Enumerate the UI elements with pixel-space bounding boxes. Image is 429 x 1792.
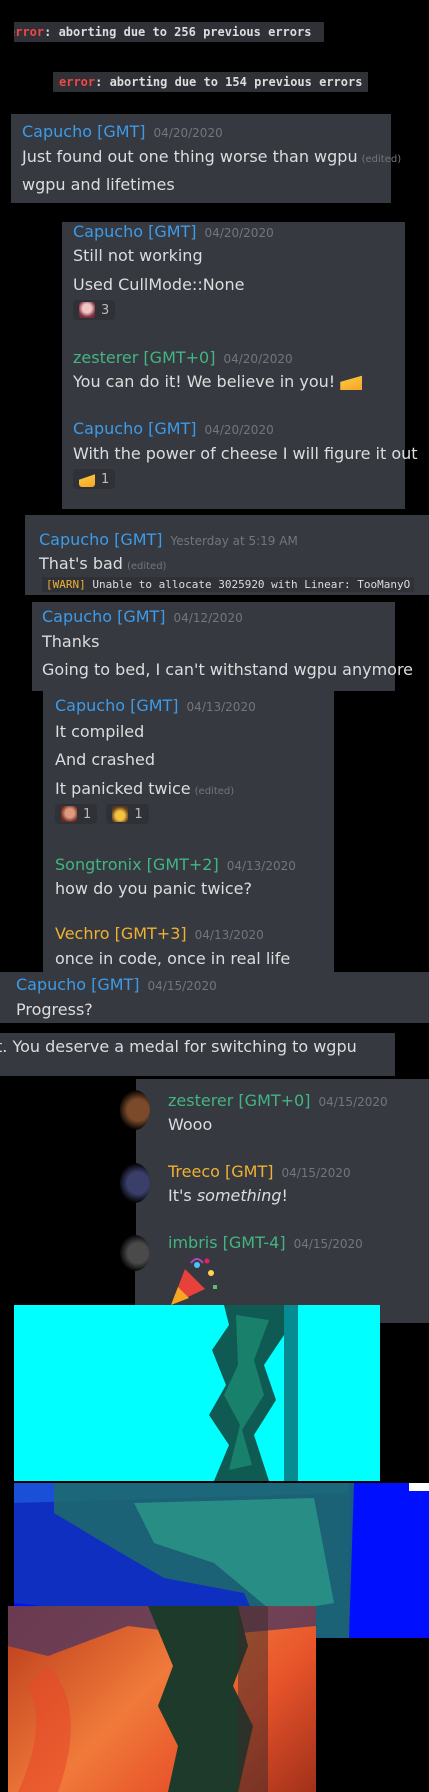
avatar[interactable] xyxy=(120,1235,150,1271)
render-screenshot-cyan[interactable] xyxy=(14,1305,380,1481)
face-emoji-icon xyxy=(61,806,77,822)
message-text: Thanks xyxy=(42,632,100,651)
author-name[interactable]: Songtronix [GMT+2] xyxy=(55,855,219,874)
avatar-column xyxy=(16,1076,136,1271)
message-group-6: Capucho [GMT] 04/15/2020 Progress? xyxy=(0,972,429,1023)
error-text: : aborting due to 256 previous errors xyxy=(44,25,312,39)
message-group-4: Capucho [GMT] 04/12/2020 Thanks Going to … xyxy=(32,602,413,691)
reaction-button[interactable]: 1 xyxy=(106,804,149,824)
timestamp: 04/15/2020 xyxy=(293,1237,363,1251)
party-popper-emoji-icon xyxy=(167,1255,219,1307)
message-text: That's bad (edited) xyxy=(39,554,167,573)
error-prefix: error xyxy=(59,75,96,89)
message-text: wgpu and lifetimes xyxy=(22,175,175,194)
author-name[interactable]: zesterer [GMT+0] xyxy=(73,348,215,367)
message-text: Going to bed, I can't withstand wgpu any… xyxy=(42,660,414,679)
message-group-5: Capucho [GMT] 04/13/2020 It compiled And … xyxy=(43,691,334,972)
timestamp: 04/12/2020 xyxy=(173,611,243,625)
timestamp: 04/20/2020 xyxy=(204,226,274,240)
timestamp: 04/13/2020 xyxy=(186,700,256,714)
avatar[interactable] xyxy=(120,1163,150,1203)
reaction-count: 3 xyxy=(101,302,110,318)
message-text: Still not working xyxy=(73,246,203,265)
message-group-7: t. You deserve a medal for switching to … xyxy=(0,1033,395,1076)
reaction-button[interactable]: 1 xyxy=(73,469,116,489)
author-name[interactable]: zesterer [GMT+0] xyxy=(168,1091,310,1110)
author-name[interactable]: imbris [GMT-4] xyxy=(168,1233,286,1252)
terrain-render xyxy=(209,1305,298,1481)
error-prefix: error xyxy=(14,25,45,39)
message-text: It's something! xyxy=(168,1186,288,1205)
author-name[interactable]: Capucho [GMT] xyxy=(73,419,197,438)
error-text: : aborting due to 154 previous errors xyxy=(95,75,363,89)
avatar[interactable] xyxy=(120,1090,150,1130)
message-text: t. You deserve a medal for switching to … xyxy=(0,1037,357,1056)
message-text: Progress? xyxy=(16,1000,93,1019)
author-name[interactable]: Capucho [GMT] xyxy=(73,222,197,241)
message-group-1: Capucho [GMT] 04/20/2020 Just found out o… xyxy=(11,114,401,203)
timestamp: 04/15/2020 xyxy=(318,1095,388,1109)
author-name[interactable]: Vechro [GMT+3] xyxy=(55,924,187,943)
author-name[interactable]: Capucho [GMT] xyxy=(22,122,146,141)
timestamp: Yesterday at 5:19 AM xyxy=(170,534,298,548)
message-text: Used CullMode::None xyxy=(73,275,245,294)
timestamp: 04/13/2020 xyxy=(194,928,264,942)
message-text: how do you panic twice? xyxy=(55,879,252,898)
timestamp: 04/15/2020 xyxy=(147,979,217,993)
timestamp: 04/20/2020 xyxy=(223,352,293,366)
author-name[interactable]: Capucho [GMT] xyxy=(55,696,179,715)
message-text: It compiled xyxy=(55,722,145,741)
cheese-emoji-icon xyxy=(340,375,363,390)
edited-label: (edited) xyxy=(361,154,402,165)
error-line-2: error: aborting due to 154 previous erro… xyxy=(53,72,369,92)
reaction-count: 1 xyxy=(101,471,110,487)
timestamp: 04/20/2020 xyxy=(153,126,223,140)
reaction-count: 1 xyxy=(83,806,92,822)
message-group-3: Capucho [GMT] Yesterday at 5:19 AM That's… xyxy=(25,515,429,595)
message-text: It panicked twice (edited) xyxy=(55,779,235,798)
code-block: [WARN] Unable to allocate 3025920 with L… xyxy=(42,577,415,592)
timestamp: 04/13/2020 xyxy=(226,859,296,873)
error-line-1: error: aborting due to 256 previous erro… xyxy=(14,22,324,42)
timestamp: 04/15/2020 xyxy=(281,1166,351,1180)
edited-label: (edited) xyxy=(194,786,235,797)
warn-tag: [WARN] xyxy=(46,578,86,591)
reaction-button[interactable]: 1 xyxy=(55,804,98,824)
author-name[interactable]: Capucho [GMT] xyxy=(39,530,163,549)
message-group-8: zesterer [GMT+0] 04/15/2020 Wooo Treeco [… xyxy=(135,1079,429,1323)
author-name[interactable]: Capucho [GMT] xyxy=(42,607,166,626)
message-text: You can do it! We believe in you! xyxy=(73,372,363,391)
cheese-emoji-icon xyxy=(79,474,95,487)
author-name[interactable]: Capucho [GMT] xyxy=(16,975,140,994)
message-text: once in code, once in real life xyxy=(55,949,291,968)
message-text: Wooo xyxy=(168,1115,213,1134)
render-screenshot-sunset[interactable] xyxy=(8,1606,316,1792)
message-text: Just found out one thing worse than wgpu… xyxy=(22,147,402,166)
edited-label: (edited) xyxy=(126,561,167,572)
author-name[interactable]: Treeco [GMT] xyxy=(168,1162,273,1181)
avatar-emoji-icon xyxy=(79,302,95,318)
reaction-button[interactable]: 3 xyxy=(73,300,116,320)
reaction-count: 1 xyxy=(134,806,143,822)
message-text: And crashed xyxy=(55,750,155,769)
terrain-render xyxy=(8,1606,316,1792)
message-group-2: Capucho [GMT] 04/20/2020 Still not workin… xyxy=(62,222,418,509)
cowboy-emoji-icon xyxy=(112,806,129,822)
message-text: With the power of cheese I will figure i… xyxy=(73,444,418,463)
timestamp: 04/20/2020 xyxy=(204,423,274,437)
